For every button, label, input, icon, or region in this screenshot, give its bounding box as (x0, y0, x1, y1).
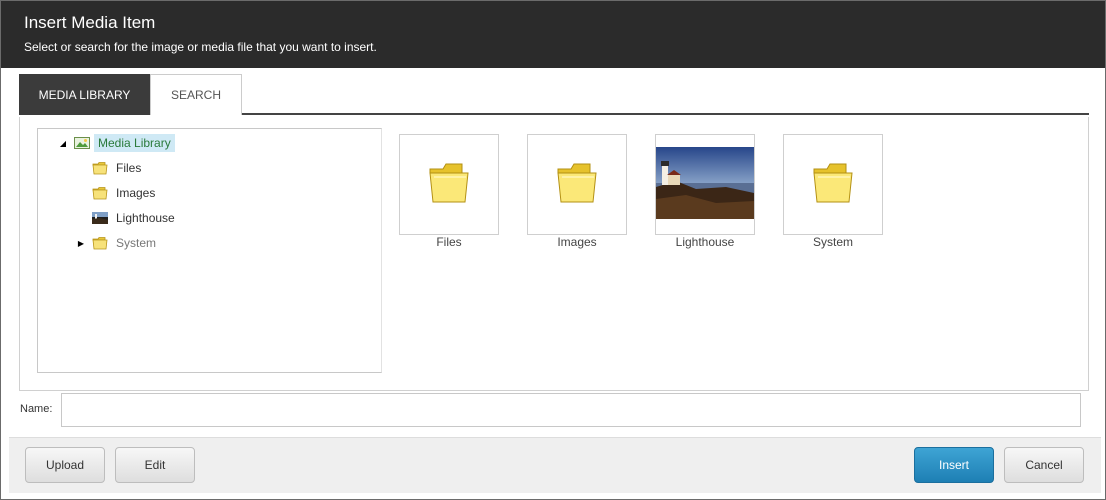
media-browser: ◢ Media Library Files Images Lighthouse … (19, 117, 1089, 391)
folder-icon (426, 161, 472, 208)
name-row: Name: (20, 393, 1082, 427)
dialog-title: Insert Media Item (24, 13, 156, 32)
name-label: Name: (20, 403, 53, 415)
folder-icon (92, 236, 108, 250)
thumbnail-images[interactable] (527, 134, 627, 235)
tree-node-label: Files (116, 161, 142, 175)
tree-node-label: Images (116, 186, 156, 200)
thumbnail-label: Images (557, 235, 597, 249)
media-library-icon (74, 137, 90, 149)
collapse-arrow-icon[interactable]: ◢ (58, 138, 68, 148)
thumbnail-label: Lighthouse (675, 235, 735, 249)
thumbnail-lighthouse[interactable] (655, 134, 755, 235)
folder-icon (810, 161, 856, 208)
folder-icon (92, 186, 108, 200)
tree-node-media-library[interactable]: Media Library (74, 132, 175, 154)
tree-node-label: Media Library (94, 134, 175, 152)
tab-bar: MEDIA LIBRARY SEARCH (19, 74, 1089, 115)
tree-node-label: Lighthouse (116, 211, 175, 225)
edit-button[interactable]: Edit (115, 447, 195, 483)
tree-node-lighthouse[interactable]: Lighthouse (92, 207, 179, 229)
lighthouse-photo (656, 147, 754, 222)
image-thumbnail-icon (92, 212, 108, 224)
folder-icon (554, 161, 600, 208)
upload-button[interactable]: Upload (25, 447, 105, 483)
dialog-footer: Upload Edit Insert Cancel (9, 437, 1101, 493)
thumbnail-label: Files (436, 235, 462, 249)
tab-media-library[interactable]: MEDIA LIBRARY (19, 74, 150, 115)
thumbnail-label: System (812, 235, 853, 249)
tree-node-label: System (116, 236, 157, 250)
media-tree: ◢ Media Library Files Images Lighthouse … (37, 128, 382, 373)
tree-node-images[interactable]: Images (92, 182, 159, 204)
thumbnail-files[interactable] (399, 134, 499, 235)
insert-button[interactable]: Insert (914, 447, 994, 483)
tree-node-files[interactable]: Files (92, 157, 145, 179)
name-input[interactable] (61, 393, 1081, 427)
dialog-header: Insert Media Item Select or search for t… (1, 1, 1105, 68)
tree-node-system[interactable]: System (92, 232, 160, 254)
cancel-button[interactable]: Cancel (1004, 447, 1084, 483)
thumbnail-system[interactable] (783, 134, 883, 235)
insert-media-dialog: Insert Media Item Select or search for t… (0, 0, 1106, 500)
folder-icon (92, 161, 108, 175)
tab-search[interactable]: SEARCH (150, 74, 242, 115)
expand-arrow-icon[interactable]: ▶ (76, 238, 86, 248)
dialog-subtitle: Select or search for the image or media … (24, 40, 377, 54)
